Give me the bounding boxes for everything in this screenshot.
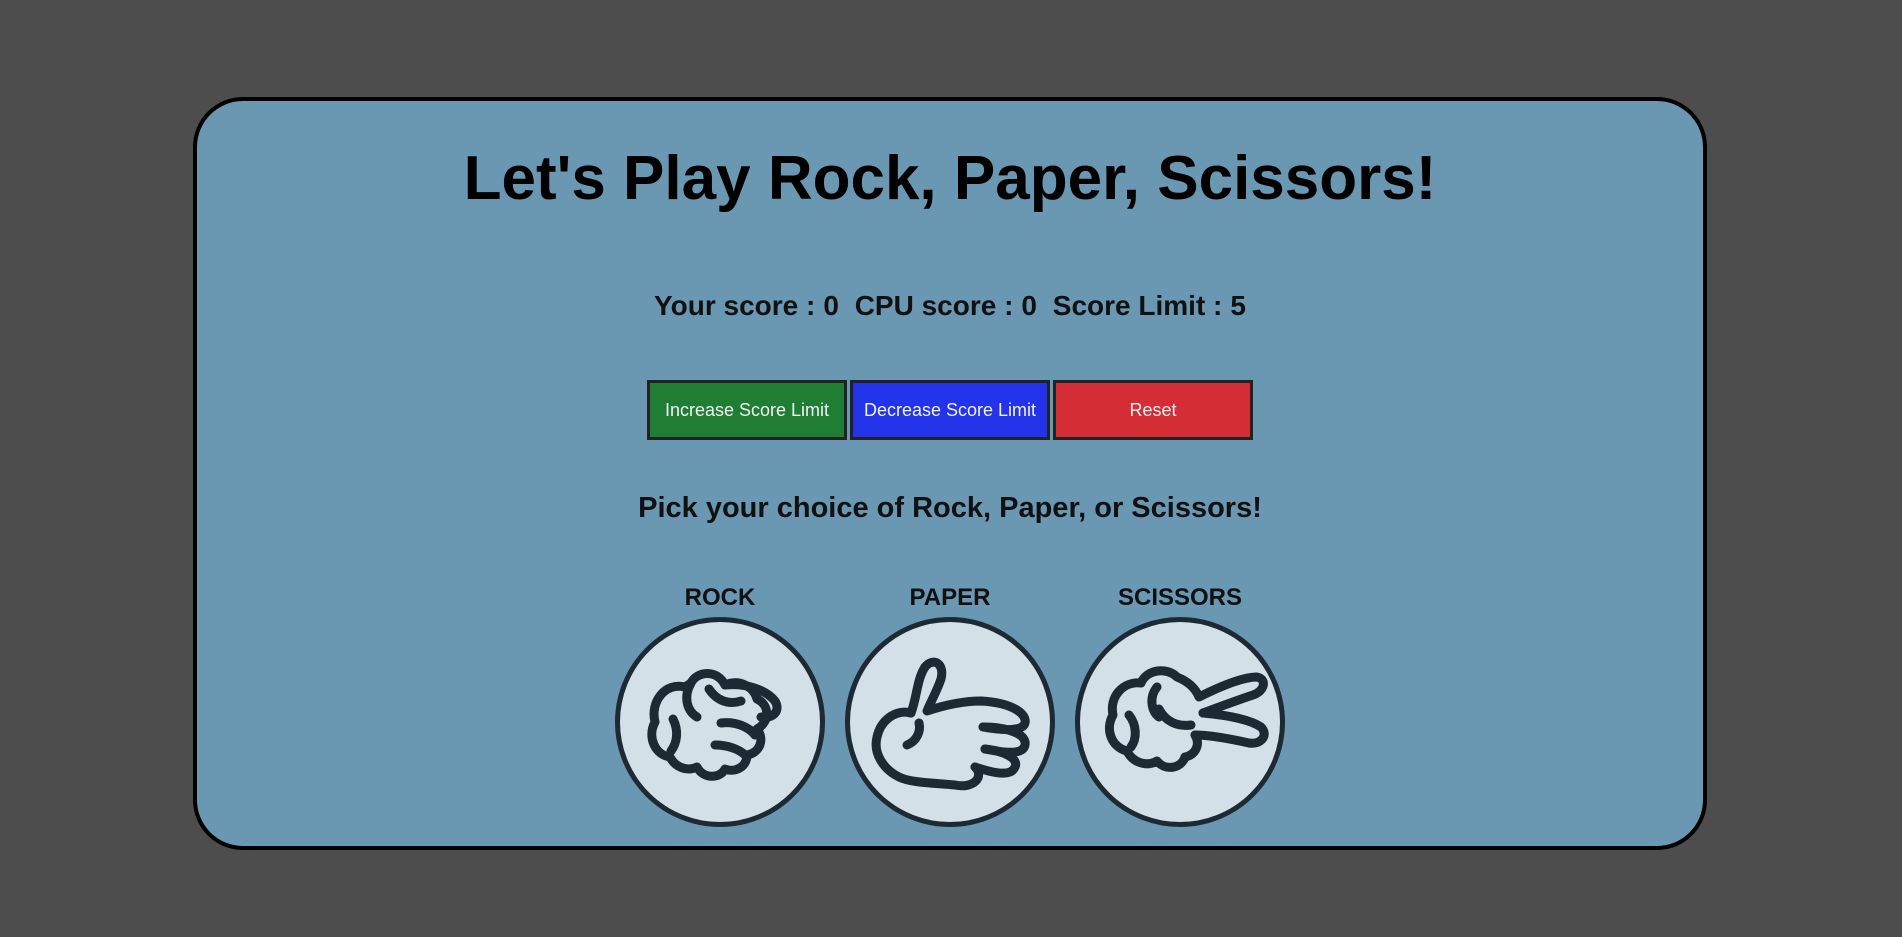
choice-scissors[interactable]: SCISSORS (1075, 581, 1285, 827)
choice-paper[interactable]: PAPER (845, 581, 1055, 827)
score-limit-value: 5 (1230, 290, 1246, 321)
rock-hand-icon (647, 669, 782, 781)
decrease-score-limit-button[interactable]: Decrease Score Limit (850, 380, 1050, 440)
score-controls: Increase Score Limit Decrease Score Limi… (197, 380, 1703, 440)
scissors-hand-icon (1105, 666, 1269, 772)
choice-scissors-label: SCISSORS (1117, 584, 1243, 611)
game-card: Let's Play Rock, Paper, Scissors! Your s… (193, 97, 1707, 850)
choice-rock[interactable]: ROCK (615, 581, 825, 827)
score-line: Your score :0 CPU score :0 Score Limit :… (197, 290, 1703, 322)
player-score-value: 0 (823, 290, 839, 321)
cpu-score-value: 0 (1021, 290, 1037, 321)
player-score-label: Your score : (654, 290, 816, 321)
choice-paper-label: PAPER (909, 584, 991, 611)
increase-score-limit-button[interactable]: Increase Score Limit (647, 380, 847, 440)
score-limit-label: Score Limit : (1052, 290, 1223, 321)
choice-paper-button[interactable] (845, 617, 1055, 827)
page-title: Let's Play Rock, Paper, Scissors! (463, 144, 1437, 213)
choice-prompt: Pick your choice of Rock, Paper, or Scis… (638, 492, 1262, 524)
paper-hand-icon (871, 657, 1030, 791)
reset-button[interactable]: Reset (1053, 380, 1253, 440)
choice-scissors-button[interactable] (1075, 617, 1285, 827)
choice-list: ROCK PAPER SCISSORS (197, 581, 1703, 827)
choice-rock-button[interactable] (615, 617, 825, 827)
cpu-score-label: CPU score : (854, 290, 1014, 321)
choice-rock-label: ROCK (684, 584, 756, 611)
